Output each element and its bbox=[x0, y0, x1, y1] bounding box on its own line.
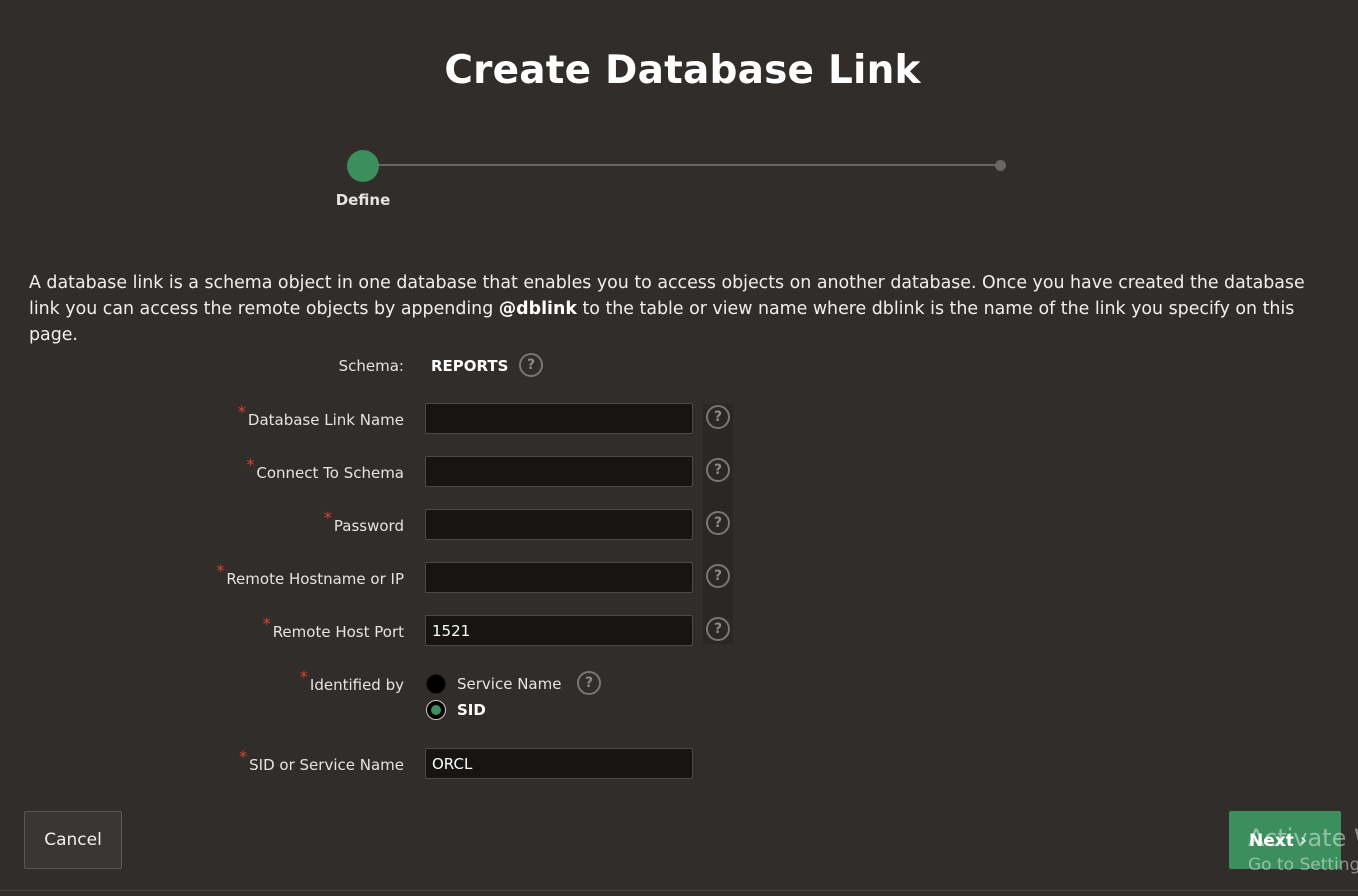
remote-hostname-row: * Remote Hostname or IP ? bbox=[0, 561, 900, 594]
connect-to-schema-row: * Connect To Schema ? bbox=[0, 455, 900, 488]
remote-host-port-label: Remote Host Port bbox=[272, 623, 404, 641]
step-define-label: Define bbox=[335, 191, 391, 209]
next-button-label: Next bbox=[1249, 830, 1294, 851]
sid-service-name-row: * SID or Service Name bbox=[0, 747, 900, 780]
identified-by-label-wrap: * Identified by bbox=[140, 667, 404, 694]
password-input[interactable] bbox=[425, 509, 693, 540]
password-row: * Password ? bbox=[0, 508, 900, 541]
create-db-link-page: Create Database Link Define A database l… bbox=[0, 0, 1358, 896]
sid-service-name-label: SID or Service Name bbox=[249, 756, 404, 774]
required-marker: * bbox=[216, 561, 225, 580]
password-label: Password bbox=[333, 517, 404, 535]
required-marker: * bbox=[323, 508, 332, 527]
progress-track bbox=[364, 164, 1001, 166]
description-dblink: @dblink bbox=[498, 299, 577, 319]
required-marker: * bbox=[299, 667, 308, 686]
schema-row: Schema: REPORTS ? bbox=[0, 350, 900, 382]
sid-service-name-input[interactable] bbox=[425, 748, 693, 779]
remote-host-port-input[interactable] bbox=[425, 615, 693, 646]
remote-host-port-help-icon[interactable]: ? bbox=[706, 617, 730, 641]
radio-service-name[interactable] bbox=[426, 674, 446, 694]
cancel-button[interactable]: Cancel bbox=[24, 811, 122, 869]
required-marker: * bbox=[237, 402, 246, 421]
identified-by-help-icon[interactable]: ? bbox=[577, 671, 601, 695]
db-link-name-label-wrap: * Database Link Name bbox=[140, 402, 404, 429]
remote-hostname-help-icon[interactable]: ? bbox=[706, 564, 730, 588]
identified-by-row: * Identified by Service Name ? SID bbox=[0, 667, 900, 728]
remote-host-port-label-wrap: * Remote Host Port bbox=[140, 614, 404, 641]
chevron-right-icon: › bbox=[1299, 829, 1308, 851]
schema-value: REPORTS bbox=[431, 357, 509, 375]
db-link-name-input[interactable] bbox=[425, 403, 693, 434]
radio-service-name-label[interactable]: Service Name bbox=[457, 675, 561, 693]
page-description: A database link is a schema object in on… bbox=[29, 270, 1329, 348]
connect-to-schema-label: Connect To Schema bbox=[256, 464, 404, 482]
db-link-name-row: * Database Link Name ? bbox=[0, 402, 900, 435]
radio-sid-label[interactable]: SID bbox=[457, 701, 486, 719]
step-final-marker bbox=[995, 160, 1006, 171]
required-marker: * bbox=[239, 747, 248, 766]
connect-to-schema-input[interactable] bbox=[425, 456, 693, 487]
required-marker: * bbox=[262, 614, 271, 633]
remote-hostname-label: Remote Hostname or IP bbox=[226, 570, 404, 588]
footer-divider bbox=[0, 890, 1358, 891]
sid-service-name-label-wrap: * SID or Service Name bbox=[140, 747, 404, 774]
next-button[interactable]: Next › bbox=[1229, 811, 1341, 869]
radio-sid[interactable] bbox=[426, 700, 446, 720]
password-help-icon[interactable]: ? bbox=[706, 511, 730, 535]
schema-help-icon[interactable]: ? bbox=[519, 353, 543, 377]
required-marker: * bbox=[246, 455, 255, 474]
identified-by-label: Identified by bbox=[309, 676, 404, 694]
db-link-name-help-icon[interactable]: ? bbox=[706, 405, 730, 429]
connect-to-schema-label-wrap: * Connect To Schema bbox=[140, 455, 404, 482]
connect-to-schema-help-icon[interactable]: ? bbox=[706, 458, 730, 482]
password-label-wrap: * Password bbox=[140, 508, 404, 535]
remote-hostname-input[interactable] bbox=[425, 562, 693, 593]
step-define-marker bbox=[347, 150, 379, 182]
page-title: Create Database Link bbox=[444, 48, 921, 93]
schema-label: Schema: bbox=[338, 357, 404, 375]
remote-host-port-row: *Remote Host Port ? bbox=[0, 614, 900, 647]
remote-hostname-label-wrap: * Remote Hostname or IP bbox=[140, 561, 404, 588]
db-link-name-label: Database Link Name bbox=[247, 411, 404, 429]
